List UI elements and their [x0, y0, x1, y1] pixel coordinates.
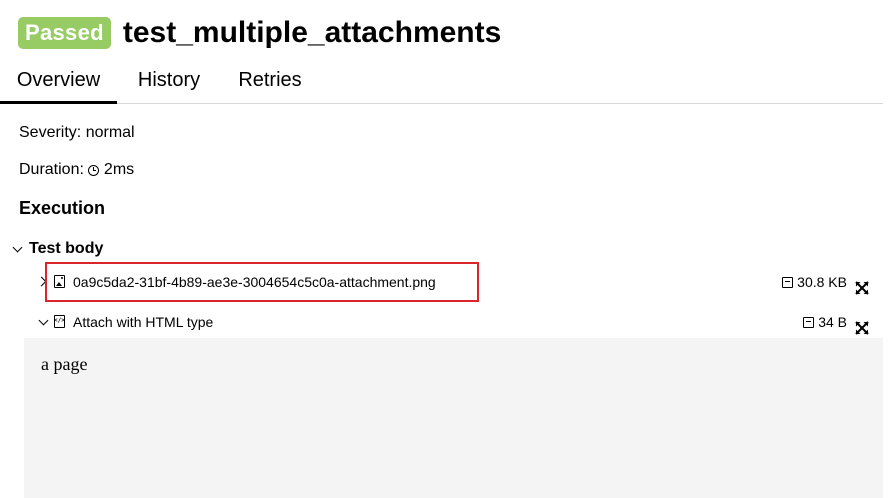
status-badge: Passed: [18, 17, 111, 49]
save-icon: [782, 276, 794, 288]
clock-icon: [87, 164, 99, 176]
test-body-label: Test body: [29, 240, 104, 257]
tab-bar: Overview History Retries: [0, 58, 883, 104]
attachment-row[interactable]: Attach with HTML type 34 B: [24, 307, 869, 337]
attachment-size: 34 B: [803, 313, 869, 335]
test-body-toggle[interactable]: Test body: [11, 238, 103, 260]
save-icon: [803, 316, 815, 328]
severity-line: Severity: normal: [19, 123, 135, 143]
preview-content: a page: [41, 354, 88, 374]
fullscreen-expand-icon[interactable]: [855, 321, 869, 335]
highlight-box: [45, 262, 479, 302]
chevron-down-icon: [12, 242, 23, 252]
attachment-size-value: 34 B: [818, 314, 847, 330]
duration-line: Duration: 2ms: [19, 160, 134, 180]
attachment-size: 30.8 KB: [782, 273, 869, 295]
page-title: test_multiple_attachments: [122, 16, 502, 49]
top-clipped-content: [0, 0, 894, 4]
attachment-preview: a page: [24, 338, 883, 498]
fullscreen-expand-icon[interactable]: [855, 281, 869, 295]
tab-history[interactable]: History: [130, 58, 208, 103]
severity-value: normal: [85, 124, 135, 141]
attachment-size-value: 30.8 KB: [797, 274, 847, 290]
chevron-down-icon[interactable]: [38, 315, 49, 328]
attachment-name[interactable]: Attach with HTML type: [73, 313, 213, 331]
test-header: Passed test_multiple_attachments: [18, 14, 501, 52]
duration-value: 2ms: [103, 161, 135, 178]
duration-label: Duration:: [19, 161, 84, 178]
tab-overview[interactable]: Overview: [0, 58, 117, 104]
tab-retries[interactable]: Retries: [231, 58, 309, 103]
severity-label: Severity:: [19, 124, 82, 141]
code-file-icon: [54, 315, 65, 328]
execution-heading: Execution: [19, 198, 106, 218]
